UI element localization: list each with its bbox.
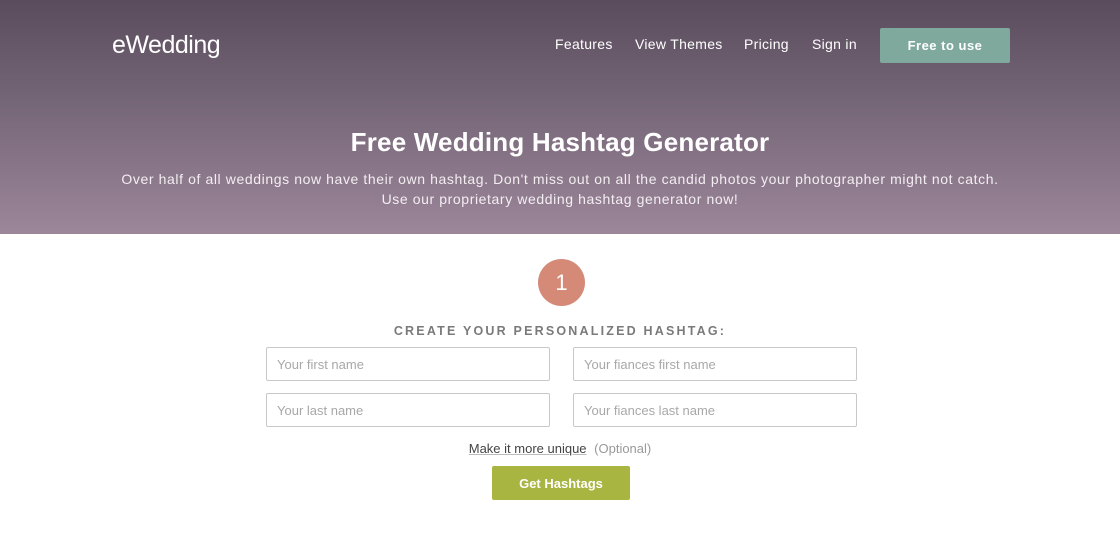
- make-unique-row: Make it more unique (Optional): [0, 441, 1120, 456]
- nav-features[interactable]: Features: [555, 36, 613, 52]
- last-name-input[interactable]: [266, 393, 550, 427]
- optional-label: (Optional): [594, 441, 652, 456]
- fiance-first-name-input[interactable]: [573, 347, 857, 381]
- fiance-last-name-input[interactable]: [573, 393, 857, 427]
- hero-subtitle-line2: Use our proprietary wedding hashtag gene…: [381, 191, 739, 207]
- make-unique-link[interactable]: Make it more unique: [469, 441, 587, 456]
- form-heading: CREATE YOUR PERSONALIZED HASHTAG:: [393, 324, 727, 338]
- hero-subtitle-line1: Over half of all weddings now have their…: [121, 171, 999, 187]
- hero-subtitle: Over half of all weddings now have their…: [0, 169, 1120, 209]
- get-hashtags-button[interactable]: Get Hashtags: [492, 466, 630, 500]
- nav-pricing[interactable]: Pricing: [744, 36, 789, 52]
- hero-header: eWedding Features View Themes Pricing Si…: [0, 0, 1120, 234]
- nav-view-themes[interactable]: View Themes: [635, 36, 723, 52]
- nav-sign-in[interactable]: Sign in: [812, 36, 857, 52]
- page-title: Free Wedding Hashtag Generator: [350, 127, 770, 157]
- free-to-use-button[interactable]: Free to use: [880, 28, 1010, 63]
- first-name-input[interactable]: [266, 347, 550, 381]
- step-badge: 1: [538, 259, 585, 306]
